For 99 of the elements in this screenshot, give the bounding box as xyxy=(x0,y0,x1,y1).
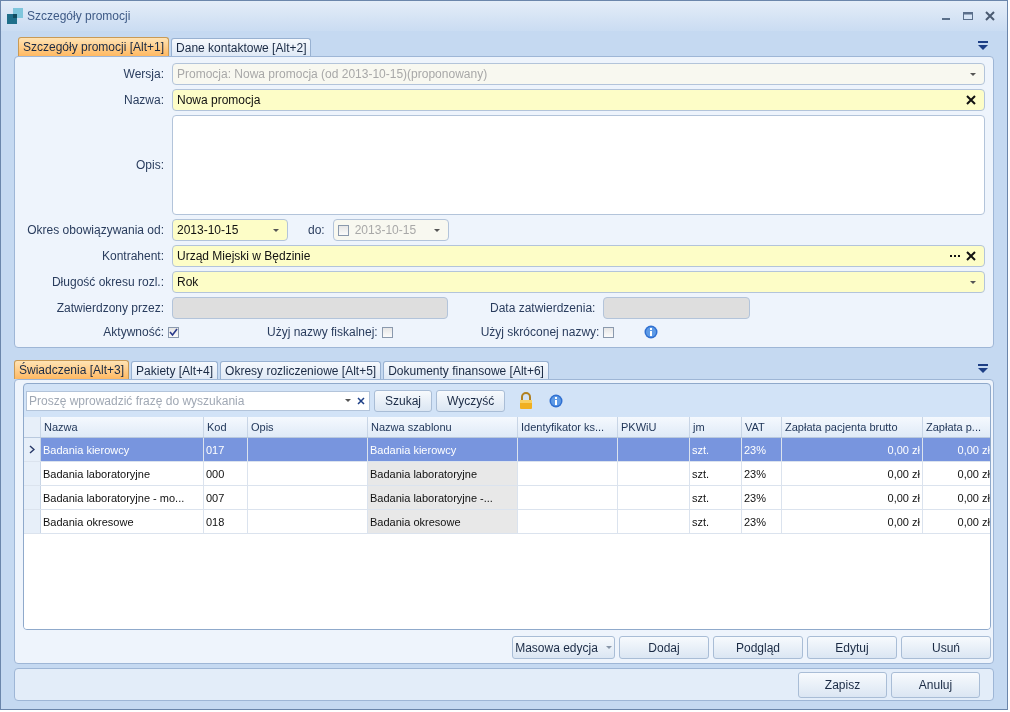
clear-icon[interactable] xyxy=(966,251,976,261)
search-field[interactable]: Proszę wprowadzić frazę do wyszukania xyxy=(26,390,370,411)
tab[interactable]: Pakiety [Alt+4] xyxy=(131,361,219,379)
action-button[interactable]: Usuń xyxy=(901,636,991,659)
table-cell: 0,00 zł xyxy=(782,438,923,461)
field-label: Nazwa: xyxy=(123,93,164,107)
table-cell: 000 xyxy=(204,462,248,485)
caret-icon xyxy=(970,72,976,76)
field-label: Okres obowiązywania od: xyxy=(26,223,164,237)
action-button[interactable]: Edytuj xyxy=(807,636,897,659)
table-cell: 0,00 zł xyxy=(782,510,923,533)
action-button[interactable]: Masowa edycja xyxy=(512,636,615,659)
caret-icon xyxy=(433,228,440,232)
collapse-icon[interactable] xyxy=(978,41,988,50)
table-cell: 0,00 zł xyxy=(923,438,990,461)
table-cell: 23% xyxy=(742,510,782,533)
table-cell: szt. xyxy=(690,510,742,533)
info-icon[interactable] xyxy=(644,325,659,339)
checkbox-label: Aktywność: xyxy=(102,325,164,339)
table-row[interactable]: Badania okresowe 018 Badania okresowe szt. 23% 0,00 zł 0,00 zł xyxy=(24,510,990,534)
period-length-dropdown[interactable]: Rok xyxy=(172,271,985,293)
table-cell xyxy=(618,438,690,461)
search-button[interactable]: Szukaj xyxy=(374,389,433,412)
app-icon xyxy=(7,8,23,24)
caret-icon xyxy=(970,280,976,284)
field-label: do: xyxy=(308,223,325,237)
table-cell: szt. xyxy=(690,438,742,461)
table-cell: 23% xyxy=(742,438,782,461)
more-icon[interactable] xyxy=(950,254,960,258)
field-label: Kontrahent: xyxy=(100,249,164,263)
table-cell: 0,00 zł xyxy=(923,486,990,509)
column-header[interactable]: Identyfikator ks... xyxy=(518,417,618,437)
dialog-button[interactable]: Zapisz xyxy=(798,671,887,698)
column-header[interactable]: Kod xyxy=(204,417,248,437)
table-cell: 0,00 zł xyxy=(782,486,923,509)
table-cell: szt. xyxy=(690,486,742,509)
contractor-field[interactable]: Urząd Miejski w Będzinie xyxy=(172,245,985,267)
close-icon[interactable] xyxy=(985,11,995,21)
table-cell: Badania laboratoryjne xyxy=(368,462,518,485)
date-picker[interactable]: 2013-10-15 xyxy=(172,219,288,241)
column-header[interactable]: jm xyxy=(690,417,742,437)
checkbox[interactable] xyxy=(603,326,615,338)
clear-icon[interactable] xyxy=(966,95,976,105)
column-header[interactable]: PKWiU xyxy=(618,417,690,437)
table-cell: 0,00 zł xyxy=(782,462,923,485)
table-cell: Badania laboratoryjne -... xyxy=(368,486,518,509)
tab[interactable]: Świadczenia [Alt+3] xyxy=(14,360,130,379)
table-cell: 0,00 zł xyxy=(923,510,990,533)
table-cell: szt. xyxy=(690,462,742,485)
column-header[interactable]: Opis xyxy=(248,417,368,437)
caret-icon xyxy=(605,646,612,649)
tab[interactable]: Dokumenty finansowe [Alt+6] xyxy=(383,361,549,379)
table-cell: Badania okresowe xyxy=(368,510,518,533)
current-row-icon xyxy=(29,445,35,454)
checkbox-label: Użyj skróconej nazwy: xyxy=(480,325,600,339)
field-label: Data zatwierdzenia: xyxy=(490,301,596,315)
collapse-icon[interactable] xyxy=(978,364,988,373)
description-field[interactable] xyxy=(172,115,985,215)
table-cell: 23% xyxy=(742,462,782,485)
search-button[interactable]: Wyczyść xyxy=(436,389,506,412)
name-field[interactable]: Nowa promocja xyxy=(172,89,985,111)
info-icon[interactable] xyxy=(549,393,564,408)
table-cell: Badania laboratoryjne xyxy=(41,462,204,485)
table-cell: Badania laboratoryjne - mo... xyxy=(41,486,204,509)
column-header[interactable]: VAT xyxy=(742,417,782,437)
tab[interactable]: Okresy rozliczeniowe [Alt+5] xyxy=(220,361,382,379)
lock-icon[interactable] xyxy=(519,392,534,409)
table-cell: 23% xyxy=(742,486,782,509)
tab[interactable]: Dane kontaktowe [Alt+2] xyxy=(171,38,312,56)
caret-icon xyxy=(273,228,279,232)
table-row[interactable]: Badania laboratoryjne - mo... 007 Badania laboratoryjne -... szt. 23% 0,00 zł 0,00 zł xyxy=(24,486,990,510)
column-header[interactable]: Zapłata pacjenta brutto xyxy=(782,417,923,437)
table-cell: Badania kierowcy xyxy=(368,438,518,461)
table-row[interactable]: Badania laboratoryjne 000 Badania laboratoryjne szt. 23% 0,00 zł 0,00 zł xyxy=(24,462,990,486)
window-title: Szczegóły promocji xyxy=(27,9,131,23)
column-header[interactable]: Nazwa szablonu xyxy=(368,417,518,437)
maximize-icon[interactable] xyxy=(963,11,973,21)
caret-icon xyxy=(345,399,351,402)
table-cell: 018 xyxy=(204,510,248,533)
table-cell: Badania kierowcy xyxy=(41,438,204,461)
table-cell: 007 xyxy=(204,486,248,509)
checkbox[interactable] xyxy=(381,326,393,338)
clear-icon[interactable] xyxy=(357,396,365,405)
column-header[interactable]: Zapłata p... xyxy=(923,417,990,437)
action-button[interactable]: Dodaj xyxy=(619,636,709,659)
row-header xyxy=(24,417,41,437)
checkbox-label: Użyj nazwy fiskalnej: xyxy=(267,325,378,339)
tab[interactable]: Szczegóły promocji [Alt+1] xyxy=(18,37,170,56)
field-label: Opis: xyxy=(135,158,164,172)
table-cell: 0,00 zł xyxy=(923,462,990,485)
field-label: Długość okresu rozl.: xyxy=(50,275,164,289)
table-cell: Badania okresowe xyxy=(41,510,204,533)
field-label: Wersja: xyxy=(122,67,164,81)
checkbox[interactable] xyxy=(168,326,179,338)
field-label: Zatwierdzony przez: xyxy=(55,301,164,315)
dialog-button[interactable]: Anuluj xyxy=(891,671,980,698)
column-header[interactable]: Nazwa xyxy=(41,417,204,437)
action-button[interactable]: Podgląd xyxy=(713,636,803,659)
table-cell: 017 xyxy=(204,438,248,461)
